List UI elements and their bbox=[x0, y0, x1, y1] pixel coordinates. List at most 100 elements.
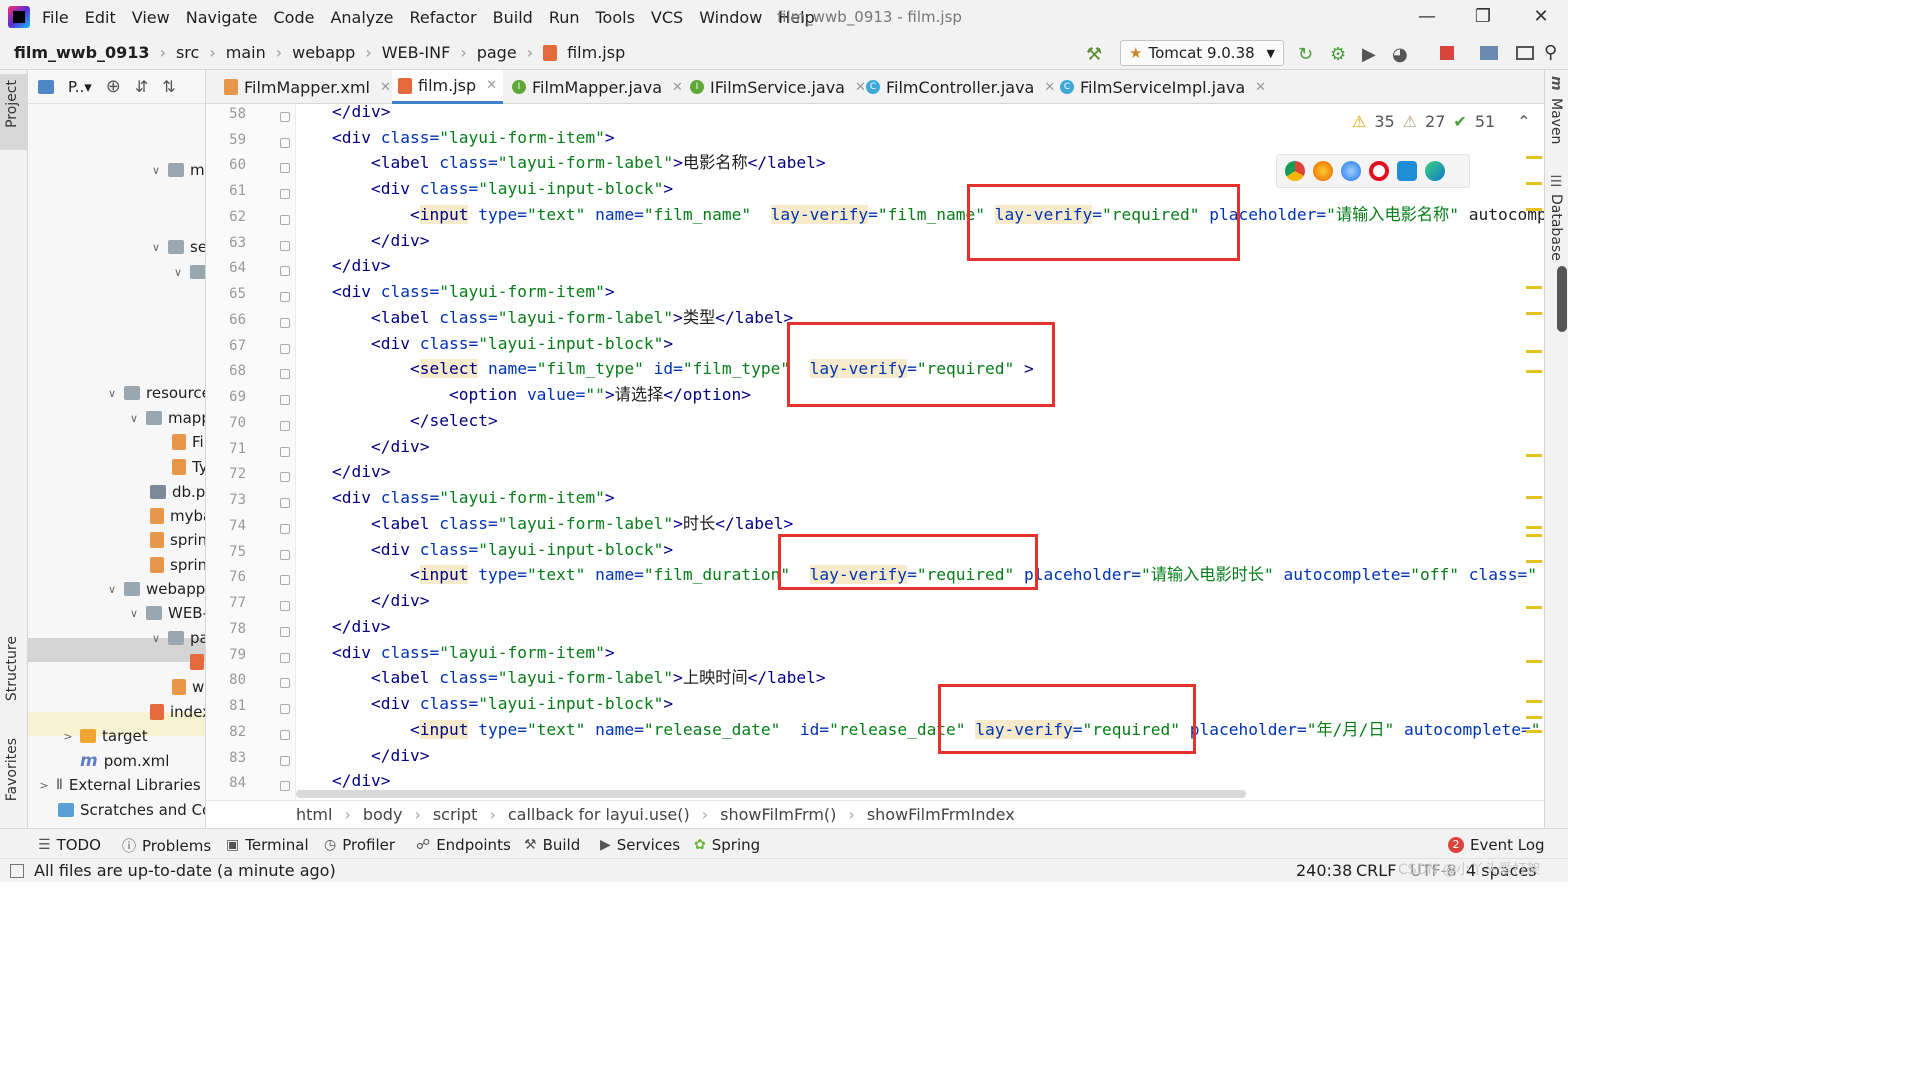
layout-icon[interactable] bbox=[1516, 46, 1534, 60]
tab-ifilmservice-java[interactable]: I IFilmService.java ✕ bbox=[684, 70, 872, 104]
status-toggle-icon[interactable] bbox=[10, 864, 24, 878]
menu-code[interactable]: Code bbox=[274, 8, 315, 27]
code-line[interactable]: </div> bbox=[332, 743, 430, 768]
fold-marker-icon[interactable] bbox=[280, 729, 290, 740]
menu-view[interactable]: View bbox=[132, 8, 170, 27]
crumb-src[interactable]: src bbox=[176, 43, 199, 62]
safari-icon[interactable] bbox=[1341, 161, 1361, 181]
chevron-right-icon[interactable]: > bbox=[38, 779, 50, 792]
chevron-right-icon[interactable]: > bbox=[62, 730, 74, 743]
crumb-main[interactable]: main bbox=[226, 43, 266, 62]
minimize-button[interactable]: — bbox=[1414, 6, 1440, 28]
ie-icon[interactable] bbox=[1397, 161, 1417, 181]
tree-item[interactable]: db.pr bbox=[150, 480, 205, 504]
fold-marker-icon[interactable] bbox=[280, 266, 290, 277]
menu-tools[interactable]: Tools bbox=[596, 8, 635, 27]
tab-filmmapper-xml[interactable]: FilmMapper.xml ✕ bbox=[218, 70, 397, 104]
expand-all-icon[interactable]: ⇵ bbox=[135, 77, 148, 96]
previous-highlight-icon[interactable]: ⌃ bbox=[1517, 112, 1530, 131]
spring-tool-button[interactable]: ✿ Spring bbox=[694, 836, 760, 854]
chevron-down-icon[interactable]: ∨ bbox=[106, 387, 118, 400]
fold-marker-icon[interactable] bbox=[280, 369, 290, 380]
tree-item[interactable]: myba bbox=[150, 504, 205, 528]
code-line[interactable]: <div class="layui-form-item"> bbox=[332, 640, 615, 665]
code-line[interactable]: <label class="layui-form-label">类型</labe… bbox=[332, 305, 793, 330]
build-hammer-icon[interactable]: ⚒ bbox=[1086, 44, 1104, 65]
tree-item[interactable]: sprin bbox=[150, 528, 205, 552]
fold-marker-icon[interactable] bbox=[280, 395, 290, 406]
code-line[interactable]: </select> bbox=[332, 408, 498, 433]
profile-icon[interactable]: ◕ bbox=[1392, 44, 1410, 65]
problems-tool-button[interactable]: ⓘ Problems bbox=[122, 836, 211, 856]
tree-item[interactable]: Fil bbox=[172, 430, 205, 454]
fold-marker-icon[interactable] bbox=[280, 781, 290, 792]
code-line[interactable]: </div> bbox=[332, 588, 430, 613]
tab-filmcontroller-java[interactable]: C FilmController.java ✕ bbox=[860, 70, 1061, 104]
menu-build[interactable]: Build bbox=[493, 8, 533, 27]
crumb-page[interactable]: page bbox=[477, 43, 517, 62]
fold-marker-icon[interactable] bbox=[280, 549, 290, 560]
services-tool-button[interactable]: ▶ Services bbox=[600, 836, 680, 854]
chevron-down-icon[interactable]: ∨ bbox=[150, 164, 162, 177]
code-line[interactable]: </div> bbox=[332, 104, 391, 124]
crumb-showfilmfrm[interactable]: showFilmFrm() bbox=[720, 805, 836, 824]
todo-tool-button[interactable]: ☰ TODO bbox=[38, 836, 101, 854]
fold-marker-icon[interactable] bbox=[280, 240, 290, 251]
locate-icon[interactable]: ⊕ bbox=[106, 76, 121, 97]
rerun-icon[interactable]: ↻ bbox=[1298, 44, 1316, 65]
firefox-icon[interactable] bbox=[1313, 161, 1333, 181]
line-separator[interactable]: CRLF bbox=[1356, 861, 1396, 880]
menu-vcs[interactable]: VCS bbox=[651, 8, 683, 27]
fold-marker-icon[interactable] bbox=[280, 575, 290, 586]
fold-marker-icon[interactable] bbox=[280, 112, 290, 122]
menu-run[interactable]: Run bbox=[549, 8, 580, 27]
tree-item[interactable]: ∨ WEB- bbox=[128, 601, 205, 625]
tab-film-jsp[interactable]: film.jsp ✕ bbox=[392, 70, 504, 104]
tree-item[interactable]: ∨ mapp bbox=[128, 406, 205, 430]
crumb-callback[interactable]: callback for layui.use() bbox=[508, 805, 690, 824]
coverage-icon[interactable]: ▶ bbox=[1362, 44, 1380, 65]
project-view-select[interactable]: P..▾ bbox=[68, 78, 92, 96]
code-line[interactable]: <div class="layui-form-item"> bbox=[332, 485, 615, 510]
tree-item[interactable]: ∨ pa bbox=[150, 626, 205, 650]
code-line[interactable]: <div class="layui-input-block"> bbox=[332, 331, 673, 356]
fold-marker-icon[interactable] bbox=[280, 137, 290, 148]
maximize-button[interactable]: ❐ bbox=[1470, 6, 1496, 28]
inspection-widget[interactable]: ⚠ 35 ⚠ 27 ✔ 51 ⌃ ⌄ bbox=[1352, 112, 1558, 131]
close-tab-icon[interactable]: ✕ bbox=[672, 80, 683, 95]
fold-marker-icon[interactable] bbox=[280, 652, 290, 663]
crumb-showfilmfrmindex[interactable]: showFilmFrmIndex bbox=[867, 805, 1015, 824]
code-line[interactable]: </div> bbox=[332, 253, 391, 278]
tree-item[interactable]: index bbox=[150, 700, 205, 724]
fold-marker-icon[interactable] bbox=[280, 214, 290, 225]
database-tool-tab[interactable]: Database bbox=[1548, 194, 1564, 261]
profiler-tool-button[interactable]: ◷ Profiler bbox=[324, 836, 395, 854]
tab-filmserviceimpl-java[interactable]: C FilmServiceImpl.java ✕ bbox=[1054, 70, 1272, 104]
event-log-button[interactable]: 2 Event Log bbox=[1448, 836, 1545, 854]
chevron-down-icon[interactable]: ∨ bbox=[172, 266, 184, 279]
code-line[interactable]: </div> bbox=[332, 459, 391, 484]
code-line[interactable]: </div> bbox=[332, 228, 430, 253]
fold-marker-icon[interactable] bbox=[280, 343, 290, 354]
edge-icon[interactable] bbox=[1425, 161, 1445, 181]
terminal-tool-button[interactable]: ▣ Terminal bbox=[226, 836, 309, 854]
run-configuration-select[interactable]: ★ Tomcat 9.0.38 ▼ bbox=[1120, 40, 1284, 66]
menu-navigate[interactable]: Navigate bbox=[186, 8, 258, 27]
tree-item[interactable]: ∨ bbox=[172, 260, 205, 284]
code-line[interactable]: <div class="layui-form-item"> bbox=[332, 279, 615, 304]
crumb-project[interactable]: film_wwb_0913 bbox=[14, 43, 150, 62]
endpoints-tool-button[interactable]: ☍ Endpoints bbox=[416, 836, 511, 854]
close-window-button[interactable]: ✕ bbox=[1528, 6, 1554, 28]
menu-window[interactable]: Window bbox=[699, 8, 762, 27]
build-tool-button[interactable]: ⚒ Build bbox=[524, 836, 580, 854]
search-icon[interactable]: ⚲ bbox=[1544, 42, 1562, 63]
code-line[interactable]: <label class="layui-form-label">上映时间</la… bbox=[332, 665, 826, 690]
favorites-tool-tab[interactable]: Favorites bbox=[4, 738, 20, 801]
fold-marker-icon[interactable] bbox=[280, 292, 290, 303]
fold-marker-icon[interactable] bbox=[280, 523, 290, 534]
code-line[interactable]: </div> bbox=[332, 614, 391, 639]
fold-marker-icon[interactable] bbox=[280, 163, 290, 174]
debug-icon[interactable]: ⚙ bbox=[1330, 44, 1348, 65]
tree-item[interactable]: Ty bbox=[172, 455, 205, 479]
code-line[interactable]: <option value="">请选择</option> bbox=[332, 382, 751, 407]
